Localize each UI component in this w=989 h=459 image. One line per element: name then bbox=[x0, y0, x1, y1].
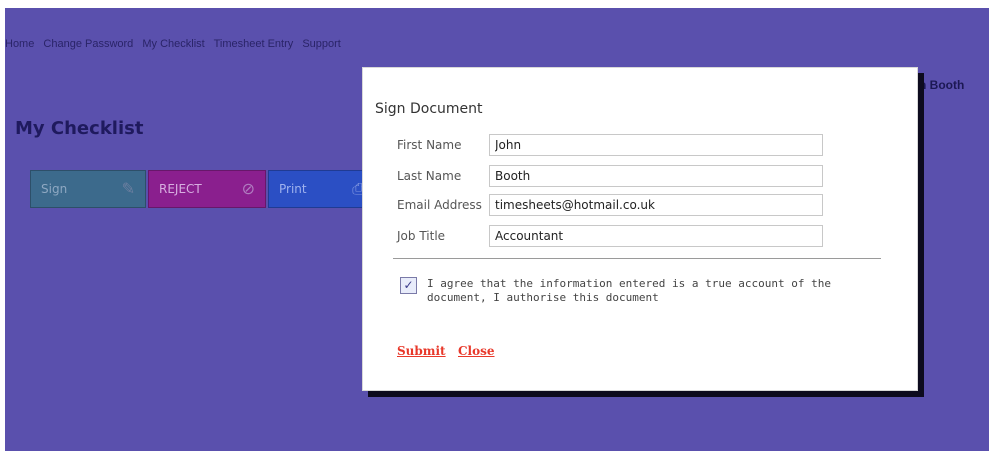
email-address-label: Email Address bbox=[397, 198, 482, 212]
print-button-label: Print bbox=[279, 182, 307, 196]
sign-button-label: Sign bbox=[41, 182, 68, 196]
last-name-field[interactable] bbox=[489, 165, 823, 187]
reject-button[interactable]: REJECT ⊘ bbox=[148, 170, 266, 208]
last-name-label: Last Name bbox=[397, 169, 462, 183]
nav-item-support[interactable]: Support bbox=[302, 38, 341, 50]
close-link[interactable]: Close bbox=[458, 344, 495, 358]
nav-item-home[interactable]: Home bbox=[5, 38, 34, 50]
job-title-label: Job Title bbox=[397, 229, 446, 243]
agree-label: I agree that the information entered is … bbox=[427, 277, 831, 304]
first-name-field[interactable] bbox=[489, 134, 823, 156]
user-name: n Booth bbox=[919, 78, 965, 92]
nav-item-my-checklist[interactable]: My Checklist bbox=[142, 38, 204, 50]
dialog-title: Sign Document bbox=[375, 101, 483, 117]
nav-item-change-password[interactable]: Change Password bbox=[43, 38, 133, 50]
email-address-field[interactable] bbox=[489, 194, 823, 216]
agree-checkbox[interactable]: ✓ bbox=[400, 277, 417, 294]
job-title-field[interactable] bbox=[489, 225, 823, 247]
submit-link[interactable]: Submit bbox=[397, 344, 446, 358]
divider bbox=[393, 258, 881, 259]
top-navigation: Home Change Password My Checklist Timesh… bbox=[5, 38, 347, 56]
reject-icon: ⊘ bbox=[241, 179, 255, 198]
sign-button[interactable]: Sign ✎ bbox=[30, 170, 146, 208]
nav-item-timesheet-entry[interactable]: Timesheet Entry bbox=[214, 38, 294, 50]
pen-icon: ✎ bbox=[121, 179, 135, 198]
first-name-label: First Name bbox=[397, 138, 462, 152]
page-title: My Checklist bbox=[15, 118, 144, 139]
reject-button-label: REJECT bbox=[159, 182, 202, 196]
sign-document-dialog: Sign Document First Name Last Name Email… bbox=[362, 67, 918, 391]
